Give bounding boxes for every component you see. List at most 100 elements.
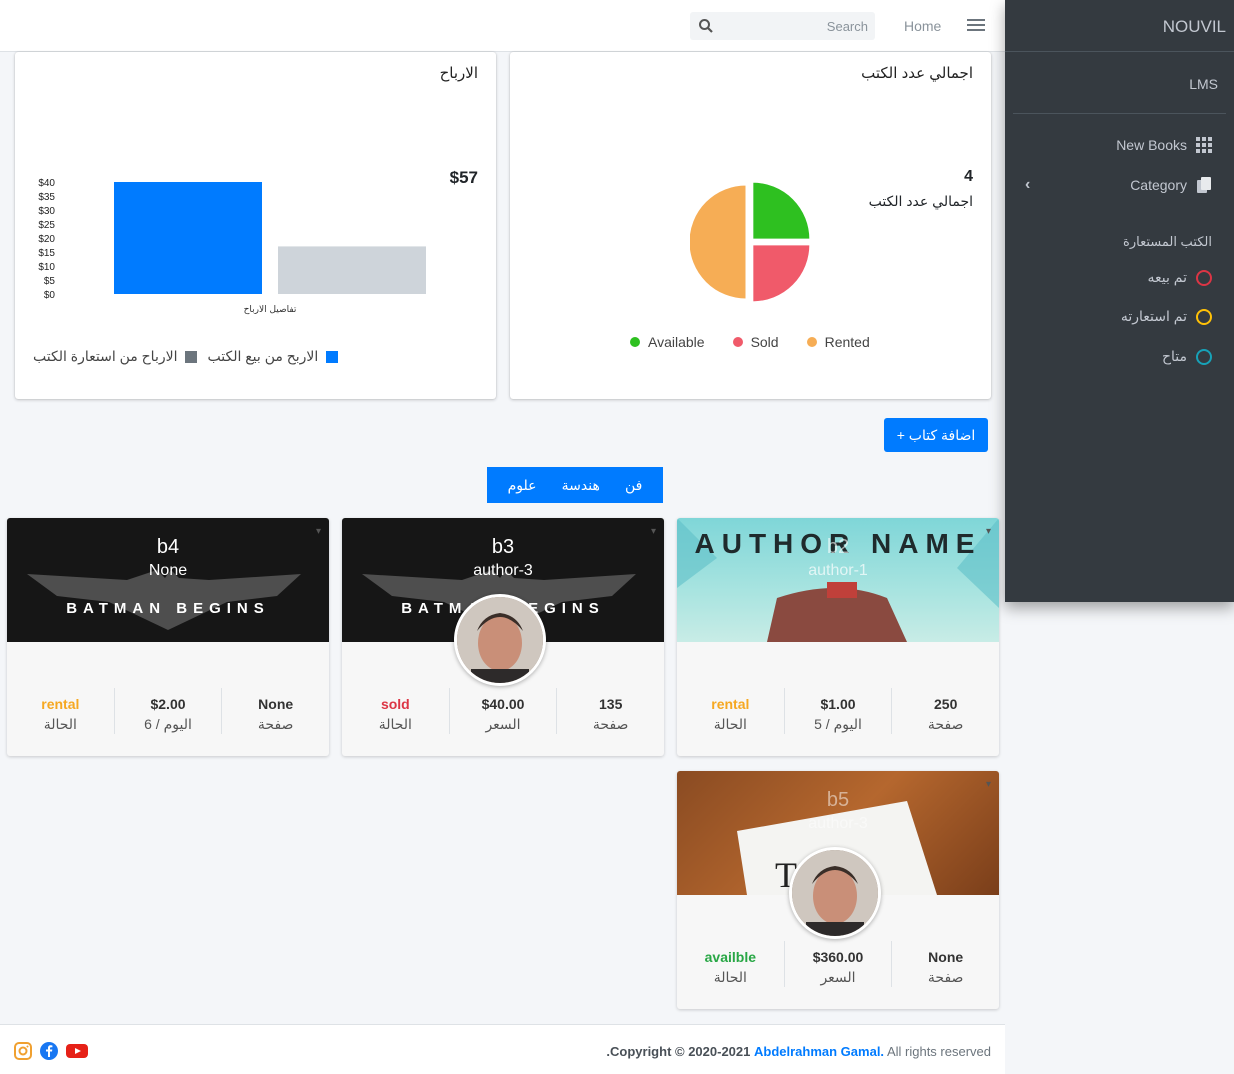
earnings-bar-chart: $40 $35 $30 $25 $20 $15 $10 $5 $0 تفاصيل الارباح [38, 178, 426, 315]
copy-icon [1197, 177, 1211, 193]
caret-down-icon[interactable]: ▾ [651, 526, 656, 537]
y-tick-label: $5 [44, 276, 56, 287]
circle-icon [1196, 348, 1212, 365]
caret-down-icon[interactable]: ▾ [316, 526, 321, 537]
legend-item-available[interactable]: Available [630, 334, 705, 350]
total-books-subtitle: اجمالي عدد الكتب [868, 193, 973, 209]
top-navbar: Home [0, 0, 1005, 52]
instagram-icon[interactable] [14, 1042, 32, 1060]
author-link[interactable]: Abdelrahman Gamal. [754, 1044, 884, 1059]
y-tick-label: $15 [38, 248, 55, 259]
sidebar-item-label: تم استعارته [1120, 308, 1187, 324]
legend-item-sale: الاربح من بيع الكتب [207, 348, 339, 365]
earnings-card: الارباح $57 $40 $35 $30 $25 $20 $15 $10 $5 $0 تفا… [15, 52, 496, 399]
sidebar-item-sold[interactable]: تم بيعه [1148, 269, 1212, 286]
pie-slice-rented[interactable] [690, 184, 747, 300]
book-author: author-1 [808, 562, 868, 579]
pie-legend: Available Sold Rented [630, 334, 870, 350]
y-tick-label: $40 [38, 178, 55, 189]
sidebar-item-rented[interactable]: تم استعارته [1121, 308, 1212, 325]
circle-icon [1196, 269, 1212, 286]
tab-art[interactable]: فن [625, 477, 642, 494]
bar-1[interactable] [278, 246, 426, 294]
stat-price: $2.00 6 / اليوم [113, 688, 222, 734]
legend-item-rent: الارباح من استعارة الكتب [33, 348, 198, 365]
social-links [14, 1042, 88, 1060]
y-tick-label: $30 [38, 206, 55, 217]
y-tick-label: $0 [44, 290, 56, 301]
sidebar-item-available[interactable]: متاح [1162, 348, 1212, 365]
y-tick-label: $25 [38, 220, 55, 231]
author-avatar [789, 847, 881, 939]
tab-engineering[interactable]: هندسة [562, 477, 600, 494]
legend-dot [806, 337, 817, 347]
caret-down-icon[interactable]: ▾ [986, 526, 991, 537]
stat-pages: 250 صفحة [891, 688, 999, 734]
chevron-left-icon[interactable]: ‹ [1025, 176, 1030, 194]
legend-swatch [185, 350, 198, 363]
legend-dot [732, 337, 743, 347]
legend-swatch [326, 350, 339, 363]
book-stats: sold الحالة $40.00 السعر 135 صفحة [342, 688, 664, 734]
book-title: b2 [826, 536, 850, 558]
sidebar-item-new-books[interactable]: New Books [1116, 137, 1212, 153]
pie-slice-available[interactable] [752, 182, 810, 240]
stat-price: $40.00 السعر [448, 688, 557, 734]
hamburger-menu-icon[interactable] [965, 16, 987, 36]
book-card-b3[interactable]: BATMAN BEGINS b3 author-3 ▾ sold الحالة $… [342, 518, 664, 756]
rights-text: All rights reserved [886, 1044, 991, 1059]
legend-item-sold[interactable]: Sold [732, 334, 779, 350]
book-card-b4[interactable]: BATMAN BEGINS b4 None ▾ rental الحالة $2.… [7, 518, 329, 756]
book-title: b5 [826, 789, 850, 811]
total-books-card: اجمالي عدد الكتب 4 اجمالي عدد الكتب Avai… [510, 52, 991, 399]
book-author: None [148, 562, 188, 579]
total-books-title: اجمالي عدد الكتب [861, 65, 973, 82]
book-card-b5[interactable]: T b5 author-3 ▾ availble الحالة $360.00 ال… [677, 771, 999, 1009]
x-axis-label: تفاصيل الارباح [244, 305, 297, 315]
stat-pages: None صفحة [891, 941, 999, 987]
book-cover: AUTHOR NAME b2 author-1 ▾ [677, 518, 999, 642]
caret-down-icon[interactable]: ▾ [986, 779, 991, 790]
book-cover: BATMAN BEGINS b4 None ▾ [7, 518, 329, 642]
book-title: b3 [491, 536, 515, 558]
sidebar-section-header: الكتب المستعارة [1123, 234, 1212, 249]
nav-home-link[interactable]: Home [904, 18, 941, 34]
category-tabs: علوم هندسة فن [487, 467, 663, 503]
books-pie-chart [690, 182, 810, 302]
brand-name[interactable]: NOUVIL [1005, 0, 1234, 52]
stat-price: $360.00 السعر [783, 941, 892, 987]
legend-item-rented[interactable]: Rented [806, 334, 870, 350]
stat-price: $1.00 5 / اليوم [783, 688, 892, 734]
sidebar-lms-title[interactable]: LMS [1013, 52, 1226, 114]
circle-icon [1196, 308, 1212, 325]
sidebar-item-category[interactable]: Category [1130, 177, 1212, 193]
stat-status: sold الحالة [378, 696, 412, 732]
stat-status: rental الحالة [711, 696, 750, 732]
sidebar-item-label: New Books [1116, 137, 1187, 153]
book-stats: availble الحالة $360.00 السعر None صفحة [677, 941, 999, 987]
book-author: author-3 [473, 562, 533, 579]
sidebar-item-label: Category [1130, 177, 1187, 193]
copyright-text: .Copyright © 2020-2021 Abdelrahman Gamal… [606, 1044, 991, 1059]
stat-pages: None صفحة [221, 688, 329, 734]
tab-science[interactable]: علوم [508, 477, 537, 494]
book-author: author-3 [808, 815, 868, 832]
book-stats: rental الحالة $2.00 6 / اليوم None صفحة [7, 688, 329, 734]
book-card-b2[interactable]: AUTHOR NAME b2 author-1 ▾ rental الحالة $… [677, 518, 999, 756]
bar-0[interactable] [114, 182, 262, 294]
add-book-button[interactable]: + اضافة كتاب [884, 418, 988, 452]
search-box[interactable] [690, 12, 875, 40]
search-icon[interactable] [698, 18, 714, 34]
book-title: b4 [156, 536, 180, 558]
facebook-icon[interactable] [40, 1042, 58, 1060]
search-input[interactable] [720, 12, 868, 40]
grid-icon [1196, 137, 1212, 153]
earnings-title: الارباح [439, 65, 478, 82]
youtube-icon[interactable] [66, 1042, 88, 1060]
sidebar-item-label: متاح [1161, 348, 1187, 364]
total-books-count: 4 [964, 168, 973, 185]
footer: .Copyright © 2020-2021 Abdelrahman Gamal… [0, 1024, 1005, 1074]
pie-slice-sold[interactable] [752, 244, 810, 302]
cover-art-text: BATMAN BEGINS [66, 600, 270, 617]
y-tick-label: $35 [38, 192, 55, 203]
